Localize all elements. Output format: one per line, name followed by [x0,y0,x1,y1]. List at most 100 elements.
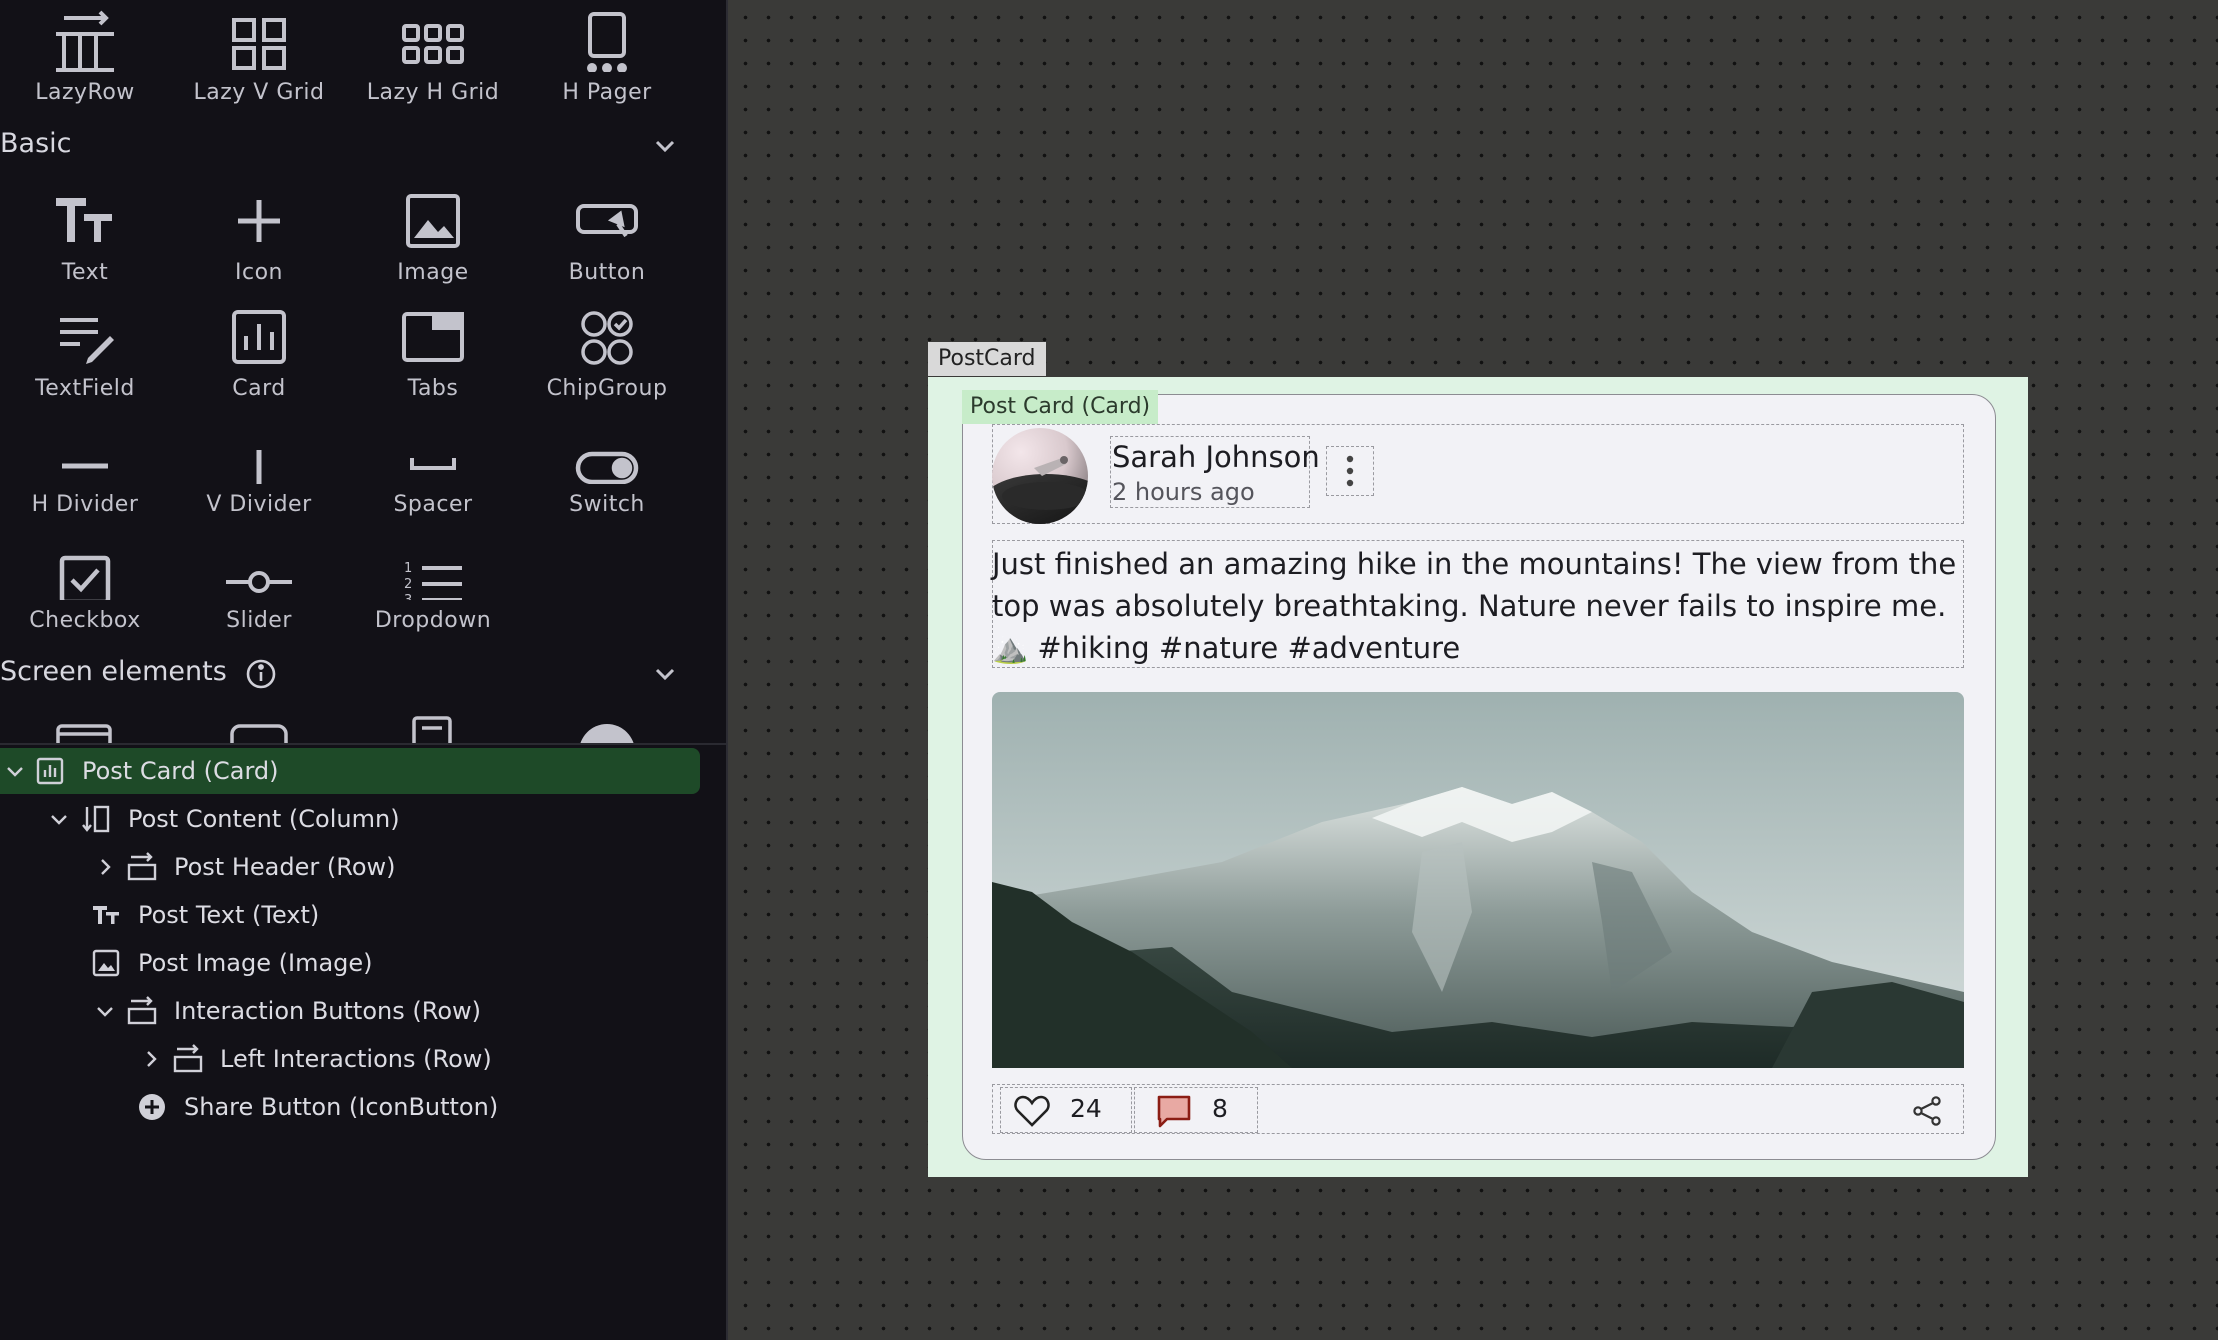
like-button[interactable] [1010,1089,1054,1133]
palette-item-v-divider[interactable]: V Divider [174,412,344,522]
palette-item-lazy-row[interactable]: LazyRow [0,0,170,110]
info-icon[interactable] [244,657,278,691]
author-name: Sarah Johnson [1112,440,1320,474]
palette-item-card[interactable]: Card [174,296,344,406]
card-icon [34,748,66,794]
tree-item-label: Post Header (Row) [174,853,396,881]
chevron-down-icon[interactable] [648,657,682,691]
palette-item-label: ChipGroup [546,376,668,401]
avatar[interactable] [992,428,1088,524]
tree-item-left-interactions[interactable]: Left Interactions (Row) [0,1036,700,1082]
share-icon [1913,1096,1941,1126]
palette-item-label: Card [232,376,286,401]
switch-icon [572,422,642,485]
palette-item-label: Checkbox [29,608,141,633]
tree-item-share-button[interactable]: Share Button (IconButton) [0,1084,700,1130]
chip-group-icon [572,306,642,368]
palette-item-label: H Pager [562,80,652,105]
row-icon [126,844,158,890]
svg-text:3: 3 [404,593,412,600]
tree-item-interaction-buttons[interactable]: Interaction Buttons (Row) [0,988,700,1034]
palette-item-label: Spacer [393,492,473,517]
tree-item-post-card[interactable]: Post Card (Card) [0,748,700,794]
svg-text:2: 2 [404,577,412,592]
navigation-drawer-icon [412,716,452,744]
image-icon [90,940,122,986]
svg-text:1: 1 [404,561,412,576]
tree-item-post-image[interactable]: Post Image (Image) [0,940,700,986]
h-pager-icon [572,10,642,73]
post-text: Just finished an amazing hike in the mou… [992,547,1957,665]
palette-item-button[interactable]: Button [522,180,692,290]
palette-item-label: Dropdown [374,608,492,633]
card-label[interactable]: Post Card (Card) [962,390,1159,424]
palette-item-tabs[interactable]: Tabs [348,296,518,406]
palette-item-switch[interactable]: Switch [522,412,692,522]
tree-item-label: Share Button (IconButton) [184,1093,499,1121]
chevron-down-icon[interactable] [648,129,682,163]
tree-item-post-content[interactable]: Post Content (Column) [0,796,700,842]
tree-item-label: Interaction Buttons (Row) [174,997,481,1025]
comment-icon [1157,1095,1191,1128]
spacer-icon [398,422,468,484]
palette-item-text-field[interactable]: TextField [0,296,170,406]
heart-icon [1014,1095,1050,1127]
palette-item-chip-group[interactable]: ChipGroup [522,296,692,406]
slider-icon [224,538,294,600]
palette-item-label: Text [61,260,109,285]
comment-button[interactable] [1152,1089,1196,1133]
chevron-down-icon[interactable] [4,748,26,794]
palette-item-spacer[interactable]: Spacer [348,412,518,522]
share-button[interactable] [1904,1089,1950,1133]
v-divider-icon [224,422,294,488]
palette-item-label: H Divider [31,492,139,517]
tree-item-post-header[interactable]: Post Header (Row) [0,844,700,890]
text-icon [50,190,120,252]
palette-item-lazy-v-grid[interactable]: Lazy V Grid [174,0,344,110]
add-circle-icon [136,1084,168,1130]
like-count: 24 [1070,1094,1102,1123]
tabs-icon [398,306,468,368]
fab-icon [580,724,634,744]
palette-item-icon[interactable]: Icon [174,180,344,290]
chevron-right-icon[interactable] [94,844,116,890]
tree-item-label: Post Card (Card) [82,757,279,785]
palette-item-label: Slider [226,608,292,633]
row-icon [172,1036,204,1082]
row-icon [126,988,158,1034]
palette-item-lazy-h-grid[interactable]: Lazy H Grid [348,0,518,110]
palette-item-label: V Divider [206,492,312,517]
frame-label[interactable]: PostCard [928,342,1046,376]
text-field-icon [50,306,120,368]
checkbox-icon [50,538,120,605]
more-options-button[interactable] [1326,446,1374,496]
palette-item-label: Switch [569,492,645,517]
tree-item-label: Left Interactions (Row) [220,1045,492,1073]
palette-item-h-divider[interactable]: H Divider [0,412,170,522]
more-vertical-icon [1346,455,1354,487]
palette-item-image[interactable]: Image [348,180,518,290]
lazy-v-grid-icon [224,10,294,72]
post-image[interactable] [992,692,1964,1068]
palette-item-checkbox[interactable]: Checkbox [0,528,170,638]
divider [0,743,726,745]
plus-icon [224,190,294,252]
tree-item-label: Post Image (Image) [138,949,373,977]
chevron-down-icon[interactable] [48,796,70,842]
palette-item-h-pager[interactable]: H Pager [522,0,692,110]
image-icon [398,190,468,252]
palette-item-text[interactable]: Text [0,180,170,290]
card-icon [224,306,294,368]
bottom-bar-icon [230,724,288,744]
button-icon [572,190,642,252]
tree-item-post-text[interactable]: Post Text (Text) [0,892,700,938]
palette-item-dropdown[interactable]: 123 Dropdown [348,528,518,638]
chevron-right-icon[interactable] [140,1036,162,1082]
lazy-row-icon [50,10,120,72]
tree-item-label: Post Content (Column) [128,805,400,833]
top-app-bar-icon [56,724,112,744]
palette-item-label: TextField [35,376,135,401]
palette-item-slider[interactable]: Slider [174,528,344,638]
chevron-down-icon[interactable] [94,988,116,1034]
section-title-screen-elements: Screen elements [0,656,227,687]
